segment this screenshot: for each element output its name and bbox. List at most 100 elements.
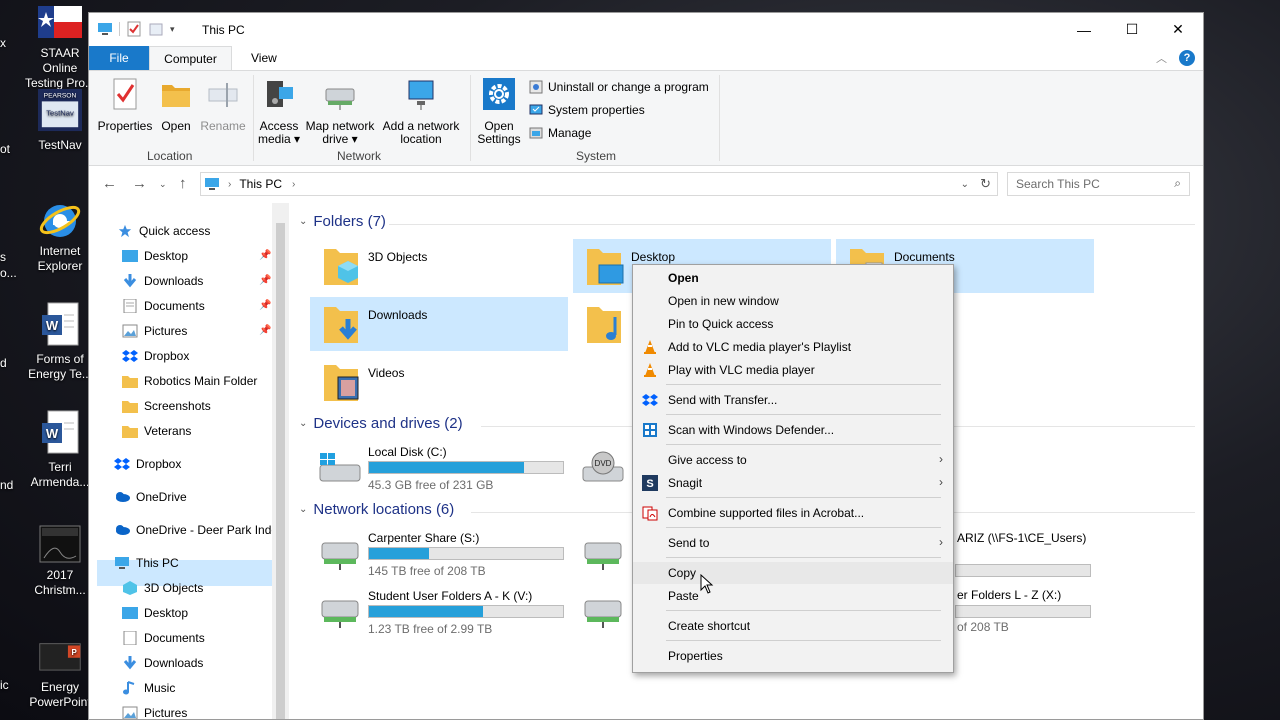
new-folder-icon[interactable] <box>148 21 164 37</box>
drive-student-folders-a-k[interactable]: Student User Folders A - K (V:) 1.23 TB … <box>310 583 568 637</box>
menu-item-scan-defender[interactable]: Scan with Windows Defender... <box>633 419 953 441</box>
nav-pc-desktop[interactable]: Desktop <box>122 601 188 625</box>
menu-item-send-to[interactable]: Send to › <box>633 532 953 554</box>
network-location-icon <box>408 80 434 110</box>
desktop-icon-staar[interactable]: STAAR Online Testing Pro... <box>24 0 96 91</box>
nav-onedrive[interactable]: OneDrive <box>114 485 187 509</box>
menu-item-pin-quick-access[interactable]: Pin to Quick access <box>633 313 953 335</box>
nav-downloads[interactable]: Downloads <box>122 269 203 293</box>
menu-item-open-new-window[interactable]: Open in new window <box>633 290 953 312</box>
folder-videos[interactable]: Videos <box>310 355 568 409</box>
uninstall-program-button[interactable]: Uninstall or change a program <box>529 77 709 97</box>
title-bar: ▾ This PC — ☐ ✕ <box>89 13 1203 46</box>
nav-onedrive-org[interactable]: OneDrive - Deer Park Inde <box>114 518 278 542</box>
close-button[interactable]: ✕ <box>1155 13 1201 46</box>
folder-music[interactable] <box>573 297 633 351</box>
maximize-button[interactable]: ☐ <box>1109 13 1155 46</box>
menu-item-open[interactable]: Open <box>633 267 953 289</box>
nav-robotics[interactable]: Robotics Main Folder <box>122 369 257 393</box>
pin-icon[interactable]: 📌 <box>259 300 271 311</box>
dropbox-icon <box>114 458 130 470</box>
nav-pc-3d-objects[interactable]: 3D Objects <box>122 576 203 600</box>
drive-dvd[interactable]: DVD <box>573 439 633 493</box>
pin-icon[interactable]: 📌 <box>259 275 271 286</box>
forward-arrow-icon[interactable]: → <box>132 175 147 192</box>
desktop-icon-forms[interactable]: W Forms of Energy Te... <box>24 302 96 382</box>
back-arrow-icon[interactable]: ← <box>102 175 117 192</box>
desktop-icon-testnav[interactable]: PEARSON TestNav TestNav <box>24 88 96 153</box>
nav-quick-access[interactable]: Quick access <box>117 219 210 243</box>
menu-item-acrobat[interactable]: Combine supported files in Acrobat... <box>633 502 953 524</box>
refresh-icon[interactable]: ↻ <box>980 176 991 192</box>
pin-icon[interactable]: 📌 <box>259 325 271 336</box>
nav-pc-pictures[interactable]: Pictures <box>122 701 187 719</box>
menu-item-give-access[interactable]: Give access to › <box>633 449 953 471</box>
access-media-button[interactable]: Access media ▾ <box>257 75 301 146</box>
drive-ce-users-label[interactable]: ARIZ (\\FS-1\CE_Users) <box>957 531 1086 545</box>
drive-network-4[interactable] <box>573 583 633 637</box>
tab-computer[interactable]: Computer <box>149 46 232 71</box>
mouse-cursor-icon <box>700 574 714 594</box>
properties-button[interactable]: Properties <box>97 75 153 133</box>
search-input[interactable]: Search This PC ⌕ <box>1007 172 1190 196</box>
tab-file[interactable]: File <box>89 46 149 70</box>
breadcrumb-chevron-icon[interactable]: › <box>228 179 231 190</box>
menu-item-properties[interactable]: Properties <box>633 645 953 667</box>
nav-dropbox[interactable]: Dropbox <box>114 452 181 476</box>
manage-button[interactable]: Manage <box>529 123 591 143</box>
section-network[interactable]: ⌄ Network locations (6) <box>299 501 454 518</box>
menu-item-copy[interactable]: Copy <box>633 562 953 584</box>
menu-item-send-transfer[interactable]: Send with Transfer... <box>633 389 953 411</box>
folder-3d-objects[interactable]: 3D Objects <box>310 239 568 293</box>
folder-downloads[interactable]: Downloads <box>310 297 568 351</box>
minimize-button[interactable]: — <box>1061 13 1107 46</box>
recent-locations-icon[interactable]: ⌄ <box>159 179 167 190</box>
menu-item-vlc-playlist[interactable]: Add to VLC media player's Playlist <box>633 336 953 358</box>
pin-icon[interactable]: 📌 <box>259 250 271 261</box>
nav-pc-music[interactable]: Music <box>122 676 175 700</box>
rename-button[interactable]: Rename <box>199 75 247 133</box>
section-folders[interactable]: ⌄ Folders (7) <box>299 213 386 230</box>
desktop-icon-terri[interactable]: W Terri Armenda... <box>24 410 96 490</box>
nav-pc-documents[interactable]: Documents <box>122 626 205 650</box>
section-devices[interactable]: ⌄ Devices and drives (2) <box>299 415 463 432</box>
desktop-icon-ie[interactable]: Internet Explorer <box>24 198 96 274</box>
nav-pc-downloads[interactable]: Downloads <box>122 651 203 675</box>
menu-item-create-shortcut[interactable]: Create shortcut <box>633 615 953 637</box>
open-settings-button[interactable]: Open Settings <box>475 75 523 146</box>
help-icon[interactable]: ? <box>1179 50 1195 66</box>
menu-item-vlc-play[interactable]: Play with VLC media player <box>633 359 953 381</box>
address-dropdown-icon[interactable]: ⌄ <box>961 179 969 190</box>
menu-item-snagit[interactable]: S Snagit › <box>633 472 953 494</box>
collapse-ribbon-icon[interactable]: ︿ <box>1156 50 1167 66</box>
breadcrumb-chevron-icon[interactable]: › <box>292 179 295 190</box>
nav-this-pc[interactable]: This PC <box>114 551 179 575</box>
scrollbar-thumb[interactable] <box>276 223 285 719</box>
add-network-location-button[interactable]: Add a network location <box>379 75 463 146</box>
open-button[interactable]: Open <box>157 75 195 133</box>
drive-carpenter-share[interactable]: Carpenter Share (S:) 145 TB free of 208 … <box>310 525 568 579</box>
desktop-icon-christmas[interactable]: 2017 Christm... <box>24 522 96 598</box>
customize-toolbar-icon[interactable]: ▾ <box>170 24 175 35</box>
menu-item-paste[interactable]: Paste <box>633 585 953 607</box>
nav-scrollbar[interactable] <box>272 203 289 719</box>
drive-network-2[interactable] <box>573 525 633 579</box>
desktop-icon-energy[interactable]: P Energy PowerPoint <box>24 634 96 710</box>
properties-check-icon[interactable] <box>126 21 142 37</box>
nav-veterans[interactable]: Veterans <box>122 419 191 443</box>
drive-folders-l-z-label[interactable]: er Folders L - Z (X:) <box>957 588 1061 602</box>
nav-documents[interactable]: Documents <box>122 294 205 318</box>
folder-icon <box>122 376 138 388</box>
nav-pictures[interactable]: Pictures <box>122 319 187 343</box>
nav-dropbox-quick[interactable]: Dropbox <box>122 344 189 368</box>
nav-screenshots[interactable]: Screenshots <box>122 394 211 418</box>
address-bar[interactable]: › This PC › ⌄ ↻ <box>200 172 998 196</box>
drive-local-c[interactable]: Local Disk (C:) 45.3 GB free of 231 GB <box>310 439 568 493</box>
map-network-drive-button[interactable]: Map network drive ▾ <box>303 75 377 146</box>
nav-desktop[interactable]: Desktop <box>122 244 188 268</box>
up-arrow-icon[interactable]: ↑ <box>179 175 187 192</box>
breadcrumb-this-pc[interactable]: This PC <box>239 177 282 191</box>
network-drive-icon <box>321 600 359 628</box>
system-properties-button[interactable]: System properties <box>529 100 645 120</box>
tab-view[interactable]: View <box>239 46 289 70</box>
